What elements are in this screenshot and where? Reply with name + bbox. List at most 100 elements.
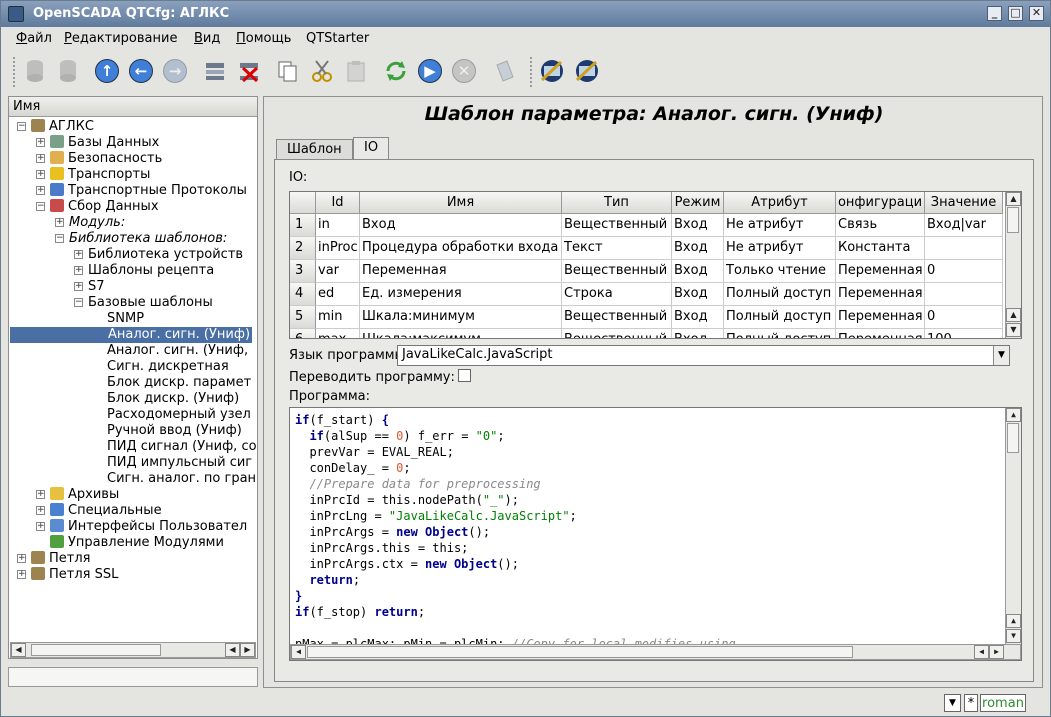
expand-icon[interactable]: + [36,138,45,147]
collapse-icon[interactable]: − [17,122,26,131]
tree-item[interactable]: + Интерфейсы Пользовател [9,519,257,535]
maximize-button[interactable]: □ [1008,6,1023,21]
paste-button[interactable] [341,56,371,86]
chevron-down-icon[interactable]: ▼ [993,346,1009,365]
table-cell[interactable]: Вещественный [562,329,672,338]
stop-button[interactable]: ✕ [449,56,479,86]
scroll-thumb[interactable] [1007,207,1019,233]
table-cell[interactable]: Вход [360,214,562,237]
table-cell[interactable]: Шкала:максимум [360,329,562,338]
tree-item[interactable]: + Шаблоны рецепта [9,263,257,279]
start-button[interactable]: ▶ [415,56,445,86]
table-cell[interactable]: Вход [672,306,724,329]
tree-item[interactable]: Расходомерный узел [9,407,257,423]
tree-item[interactable]: + Базы Данных [9,135,257,151]
table-cell[interactable]: Шкала:минимум [360,306,562,329]
io-table-vertical-scrollbar[interactable]: ▲ ▲ ▼ [1005,192,1021,338]
scroll-thumb[interactable] [307,646,853,658]
menu-qtstarter[interactable]: QTStarter [306,31,369,46]
tree-item[interactable]: + Транспортные Протоколы [9,183,257,199]
tree-item[interactable]: Ручной ввод (Униф) [9,423,257,439]
refresh-button[interactable] [381,56,411,86]
scroll-left-icon[interactable]: ◀ [291,645,306,659]
tab-template[interactable]: Шаблон [276,139,353,160]
table-cell[interactable]: Текст [562,237,672,260]
tree-item[interactable]: − АГЛКС [9,119,257,135]
tree-item[interactable]: Блок дискр. парамет [9,375,257,391]
tree-item[interactable]: Сигн. аналог. по гран [9,471,257,487]
expand-icon[interactable]: + [36,506,45,515]
tree-item[interactable]: Аналог. сигн. (Униф, [9,343,257,359]
expand-icon[interactable]: + [36,490,45,499]
expand-icon[interactable]: + [36,170,45,179]
tree-item[interactable]: ПИД импульсный сиг [9,455,257,471]
expand-icon[interactable]: + [36,186,45,195]
status-dropdown[interactable]: ▼ [944,694,961,712]
toolbar-grip[interactable] [13,57,17,87]
expand-icon[interactable]: + [17,554,26,563]
tree-item[interactable]: + Петля SSL [9,567,257,583]
table-cell[interactable]: Переменная [836,329,925,338]
table-cell[interactable]: 0 [925,260,1003,283]
cut-button[interactable] [307,56,337,86]
expand-icon[interactable]: + [74,250,83,259]
scroll-left-icon-2[interactable]: ◀ [225,643,240,657]
menu-help[interactable]: Помощь [236,31,291,46]
tree-column-header[interactable]: Имя [9,97,257,117]
table-cell[interactable]: Процедура обработки входа [360,237,562,260]
tree-item[interactable]: + Модуль: [9,215,257,231]
collapse-icon[interactable]: − [36,202,45,211]
column-header[interactable]: Id [316,192,360,214]
scroll-left-icon-2[interactable]: ◀ [974,645,989,659]
table-cell[interactable]: Вход [672,237,724,260]
editor-horizontal-scrollbar[interactable]: ◀ ◀ ▶ [290,644,1021,660]
minimize-button[interactable]: _ [987,6,1002,21]
tree-item[interactable]: + Специальные [9,503,257,519]
menu-file[interactable]: Файл [16,31,52,46]
title-bar[interactable]: OpenSCADA QTCfg: АГЛКС _ □ ✕ [1,1,1050,27]
translate-checkbox[interactable] [458,369,471,382]
toolbar-grip-2[interactable] [530,57,534,87]
scroll-right-icon[interactable]: ▶ [240,643,255,657]
scroll-right-icon[interactable]: ▶ [989,645,1004,659]
tree-item[interactable]: SNMP [9,311,257,327]
row-header[interactable]: 2 [290,237,316,260]
table-cell[interactable]: Связь [836,214,925,237]
scroll-up-icon[interactable]: ▲ [1006,408,1021,422]
db-load-button[interactable] [20,56,50,86]
tree-item[interactable]: + Петля [9,551,257,567]
copy-button[interactable] [272,56,302,86]
tool2-button[interactable] [572,56,602,86]
table-cell[interactable]: in [316,214,360,237]
tool1-button[interactable] [537,56,567,86]
table-cell[interactable]: Строка [562,283,672,306]
table-cell[interactable] [925,283,1003,306]
table-cell[interactable]: inProc [316,237,360,260]
table-cell[interactable]: ed [316,283,360,306]
column-header[interactable]: Режим [672,192,724,214]
column-header[interactable]: онфигураци [836,192,925,214]
current-user[interactable]: roman [980,694,1026,712]
close-button[interactable]: ✕ [1029,6,1044,21]
tree-item[interactable]: Управление Модулями [9,535,257,551]
table-cell[interactable]: Вход [672,260,724,283]
expand-icon[interactable]: + [36,154,45,163]
scroll-down-icon[interactable]: ▼ [1006,629,1021,643]
column-header[interactable]: Значение [925,192,1003,214]
expand-icon[interactable]: + [36,522,45,531]
tree-item[interactable]: + Архивы [9,487,257,503]
table-cell[interactable]: Вещественный [562,260,672,283]
table-cell[interactable]: 0 [925,306,1003,329]
table-cell[interactable]: Не атрибут [724,237,836,260]
scroll-up-icon[interactable]: ▲ [1006,192,1021,206]
table-cell[interactable]: Константа [836,237,925,260]
tree-item[interactable]: − Сбор Данных [9,199,257,215]
table-cell[interactable]: min [316,306,360,329]
info-button[interactable] [490,56,520,86]
db-save-button[interactable] [53,56,83,86]
tree-item[interactable]: − Библиотека шаблонов: [9,231,257,247]
table-cell[interactable]: Вход [672,283,724,306]
menu-edit[interactable]: Редактирование [64,31,177,46]
row-header[interactable]: 5 [290,306,316,329]
tab-io[interactable]: IO [353,137,390,160]
